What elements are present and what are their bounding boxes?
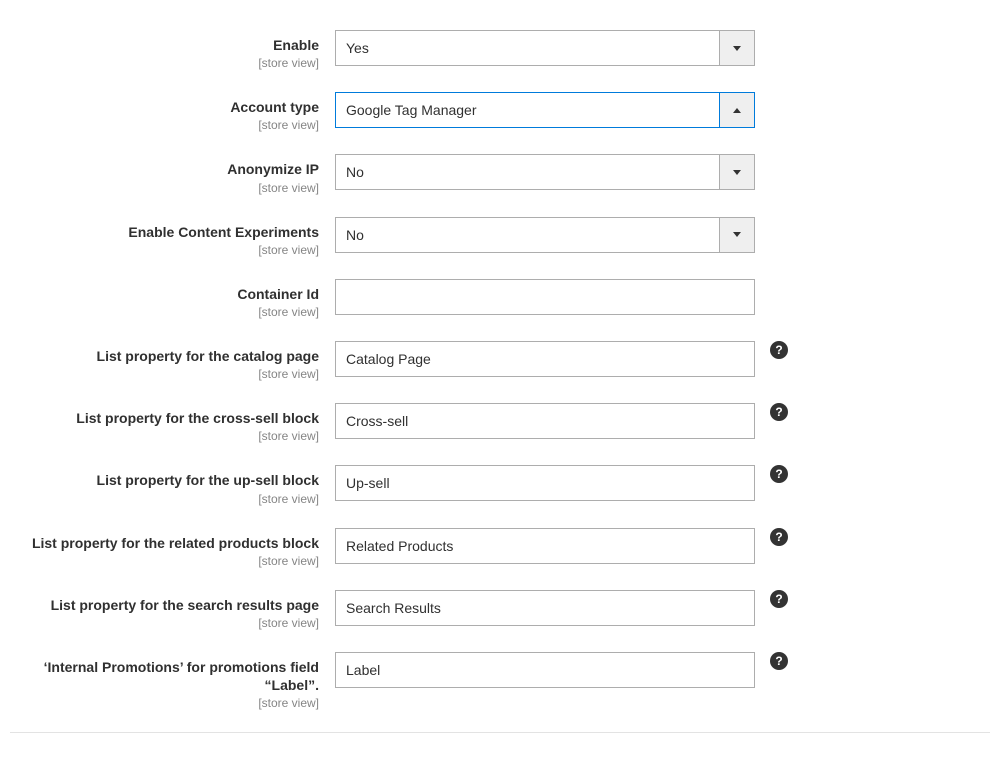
label-col: List property for the search results pag… — [10, 590, 335, 630]
scope-label: [store view] — [10, 616, 319, 630]
field-enable: Enable [store view] Yes — [10, 30, 990, 70]
help-icon[interactable]: ? — [770, 465, 788, 483]
internal-promotions-label-input[interactable] — [335, 652, 755, 688]
chevron-down-icon — [733, 170, 741, 175]
anonymize-ip-select[interactable]: No — [335, 154, 755, 190]
field-label: ‘Internal Promotions’ for promotions fie… — [44, 659, 319, 693]
field-account-type: Account type [store view] Google Tag Man… — [10, 92, 990, 132]
field-label: List property for the catalog page — [97, 348, 319, 364]
help-icon[interactable]: ? — [770, 403, 788, 421]
select-value: No — [335, 217, 719, 253]
field-internal-promotions-label: ‘Internal Promotions’ for promotions fie… — [10, 652, 990, 710]
field-label: List property for the search results pag… — [51, 597, 319, 613]
label-col: List property for the catalog page [stor… — [10, 341, 335, 381]
scope-label: [store view] — [10, 696, 319, 710]
enable-select[interactable]: Yes — [335, 30, 755, 66]
field-label: List property for the up-sell block — [97, 472, 319, 488]
label-col: Enable [store view] — [10, 30, 335, 70]
field-label: Enable — [273, 37, 319, 53]
content-experiments-select[interactable]: No — [335, 217, 755, 253]
select-value: Google Tag Manager — [335, 92, 719, 128]
section-divider — [10, 732, 990, 733]
chevron-up-icon — [733, 108, 741, 113]
scope-label: [store view] — [10, 305, 319, 319]
help-icon[interactable]: ? — [770, 590, 788, 608]
field-label: List property for the cross-sell block — [76, 410, 319, 426]
scope-label: [store view] — [10, 429, 319, 443]
help-icon[interactable]: ? — [770, 341, 788, 359]
scope-label: [store view] — [10, 181, 319, 195]
field-label: Account type — [230, 99, 319, 115]
list-search-results-input[interactable] — [335, 590, 755, 626]
label-col: Container Id [store view] — [10, 279, 335, 319]
field-label: Container Id — [237, 286, 319, 302]
container-id-input[interactable] — [335, 279, 755, 315]
select-value: Yes — [335, 30, 719, 66]
scope-label: [store view] — [10, 367, 319, 381]
label-col: List property for the up-sell block [sto… — [10, 465, 335, 505]
scope-label: [store view] — [10, 118, 319, 132]
select-arrow-button[interactable] — [719, 92, 755, 128]
label-col: Account type [store view] — [10, 92, 335, 132]
help-icon[interactable]: ? — [770, 528, 788, 546]
field-list-up-sell: List property for the up-sell block [sto… — [10, 465, 990, 505]
scope-label: [store view] — [10, 554, 319, 568]
chevron-down-icon — [733, 46, 741, 51]
list-cross-sell-input[interactable] — [335, 403, 755, 439]
label-col: List property for the cross-sell block [… — [10, 403, 335, 443]
chevron-down-icon — [733, 232, 741, 237]
select-arrow-button[interactable] — [719, 217, 755, 253]
select-arrow-button[interactable] — [719, 154, 755, 190]
select-value: No — [335, 154, 719, 190]
scope-label: [store view] — [10, 492, 319, 506]
field-container-id: Container Id [store view] — [10, 279, 990, 319]
field-label: List property for the related products b… — [32, 535, 319, 551]
field-list-search-results: List property for the search results pag… — [10, 590, 990, 630]
field-label: Enable Content Experiments — [128, 224, 319, 240]
field-list-related-products: List property for the related products b… — [10, 528, 990, 568]
settings-form: Enable [store view] Yes Account type [st… — [10, 30, 990, 733]
field-list-catalog-page: List property for the catalog page [stor… — [10, 341, 990, 381]
list-related-products-input[interactable] — [335, 528, 755, 564]
label-col: Enable Content Experiments [store view] — [10, 217, 335, 257]
label-col: List property for the related products b… — [10, 528, 335, 568]
label-col: Anonymize IP [store view] — [10, 154, 335, 194]
field-anonymize-ip: Anonymize IP [store view] No — [10, 154, 990, 194]
field-label: Anonymize IP — [227, 161, 319, 177]
field-list-cross-sell: List property for the cross-sell block [… — [10, 403, 990, 443]
list-up-sell-input[interactable] — [335, 465, 755, 501]
scope-label: [store view] — [10, 243, 319, 257]
list-catalog-page-input[interactable] — [335, 341, 755, 377]
help-icon[interactable]: ? — [770, 652, 788, 670]
select-arrow-button[interactable] — [719, 30, 755, 66]
field-enable-content-experiments: Enable Content Experiments [store view] … — [10, 217, 990, 257]
label-col: ‘Internal Promotions’ for promotions fie… — [10, 652, 335, 710]
account-type-select[interactable]: Google Tag Manager — [335, 92, 755, 128]
scope-label: [store view] — [10, 56, 319, 70]
